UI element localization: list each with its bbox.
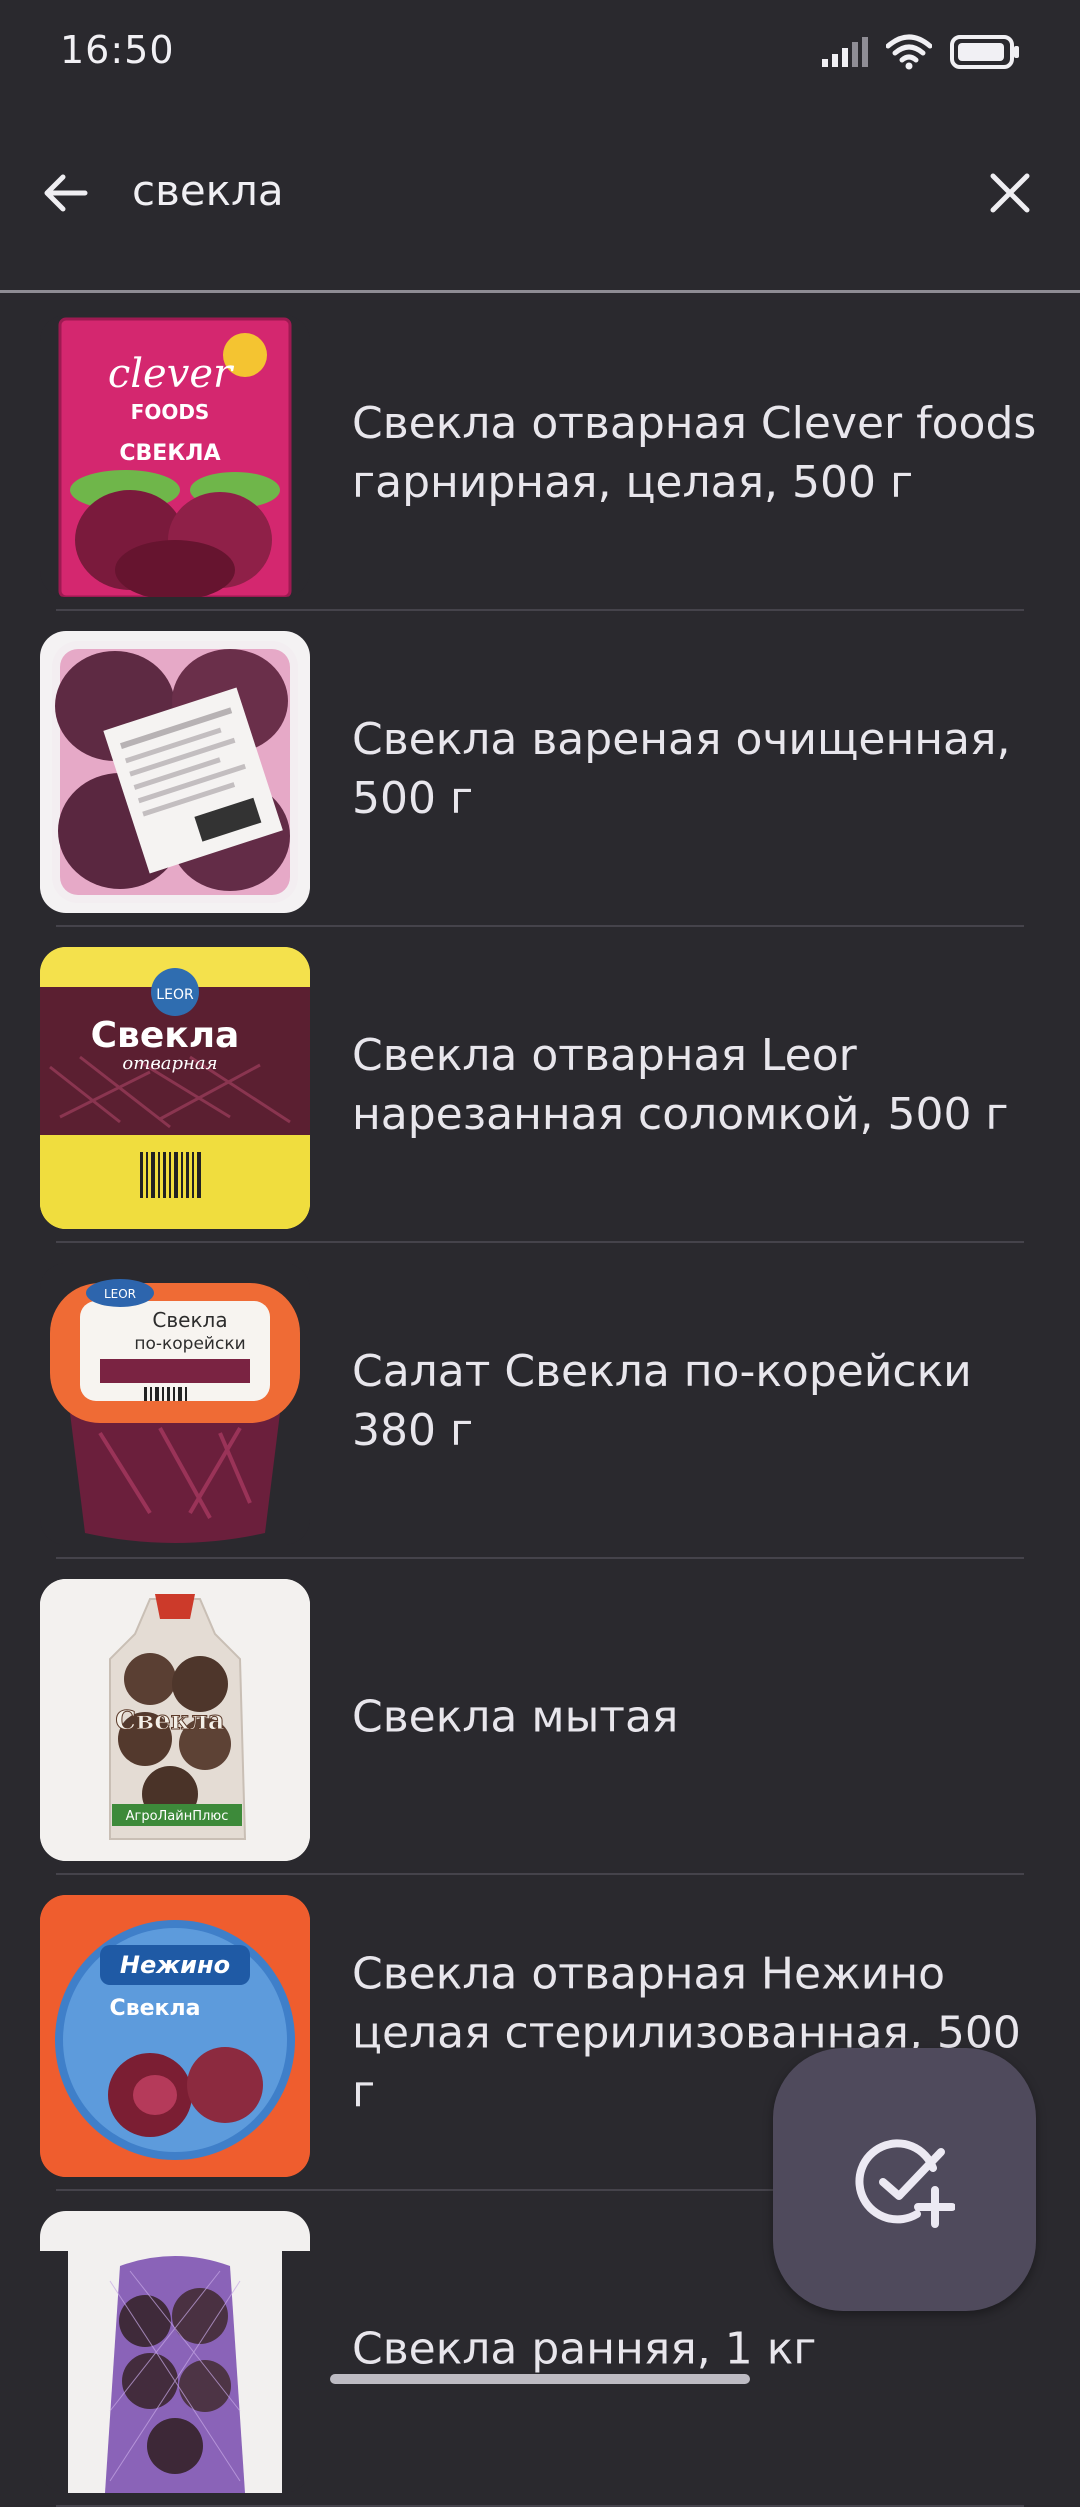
gesture-nav-handle[interactable] [330, 2374, 750, 2384]
product-image: Нежино Свекла [40, 1895, 310, 2177]
product-title: Свекла отварная Clever foods гарнирная, … [352, 398, 1037, 508]
svg-text:FOODS: FOODS [131, 400, 210, 424]
product-image [40, 2211, 310, 2493]
status-time: 16:50 [60, 28, 175, 72]
svg-text:Свекла: Свекла [110, 1996, 201, 2021]
list-item[interactable]: LEOR Свекла отварная Свекла отварная Leo… [0, 927, 1080, 1243]
svg-text:Свекла: Свекла [91, 1015, 240, 1056]
svg-text:Нежино: Нежино [120, 1951, 230, 1979]
svg-text:Свекла: Свекла [152, 1308, 227, 1332]
svg-text:Свекла: Свекла [115, 1706, 224, 1736]
status-bar: 16:50 [0, 0, 1080, 100]
signal-icon [822, 37, 868, 67]
clear-search-button[interactable] [970, 148, 1050, 238]
product-image: clever FOODS СВЕКЛА [40, 315, 310, 597]
back-button[interactable] [30, 148, 100, 238]
product-image: LEOR Свекла отварная [40, 947, 310, 1229]
svg-text:clever: clever [108, 351, 235, 397]
product-title: Свекла вареная очищенная, 500 г [352, 714, 1011, 824]
close-icon [990, 173, 1030, 213]
product-image [40, 631, 310, 913]
product-image: Свекла АгроЛайнПлюс [40, 1579, 310, 1861]
svg-text:по-корейски: по-корейски [134, 1334, 245, 1354]
product-image: LEOR Свекла по-корейски [40, 1263, 310, 1545]
svg-text:LEOR: LEOR [104, 1287, 136, 1301]
search-input[interactable]: свекла [132, 166, 284, 215]
svg-text:LEOR: LEOR [156, 987, 194, 1003]
list-item[interactable]: Свекла АгроЛайнПлюс Свекла мытая [0, 1559, 1080, 1875]
svg-text:отварная: отварная [122, 1053, 217, 1074]
product-title: Свекла отварная Leor нарезанная соломкой… [352, 1030, 1009, 1140]
arrow-back-icon [44, 174, 88, 212]
list-item[interactable]: Свекла вареная очищенная, 500 г [0, 611, 1080, 927]
battery-icon [950, 35, 1019, 69]
check-add-icon [854, 2138, 955, 2228]
wifi-icon [886, 34, 932, 70]
status-icons [822, 34, 1020, 70]
svg-text:СВЕКЛА: СВЕКЛА [119, 441, 220, 466]
product-title: Салат Свекла по-корейски 380 г [352, 1346, 972, 1456]
svg-text:АгроЛайнПлюс: АгроЛайнПлюс [126, 1809, 229, 1824]
add-to-list-button[interactable] [773, 2048, 1036, 2311]
list-item[interactable]: LEOR Свекла по-корейски Салат Свекла по-… [0, 1243, 1080, 1559]
product-title: Свекла ранняя, 1 кг [352, 2323, 817, 2375]
product-title: Свекла мытая [352, 1691, 679, 1743]
list-item[interactable]: clever FOODS СВЕКЛА Свекла отварная Clev… [0, 295, 1080, 611]
search-bar: свекла [0, 100, 1080, 293]
